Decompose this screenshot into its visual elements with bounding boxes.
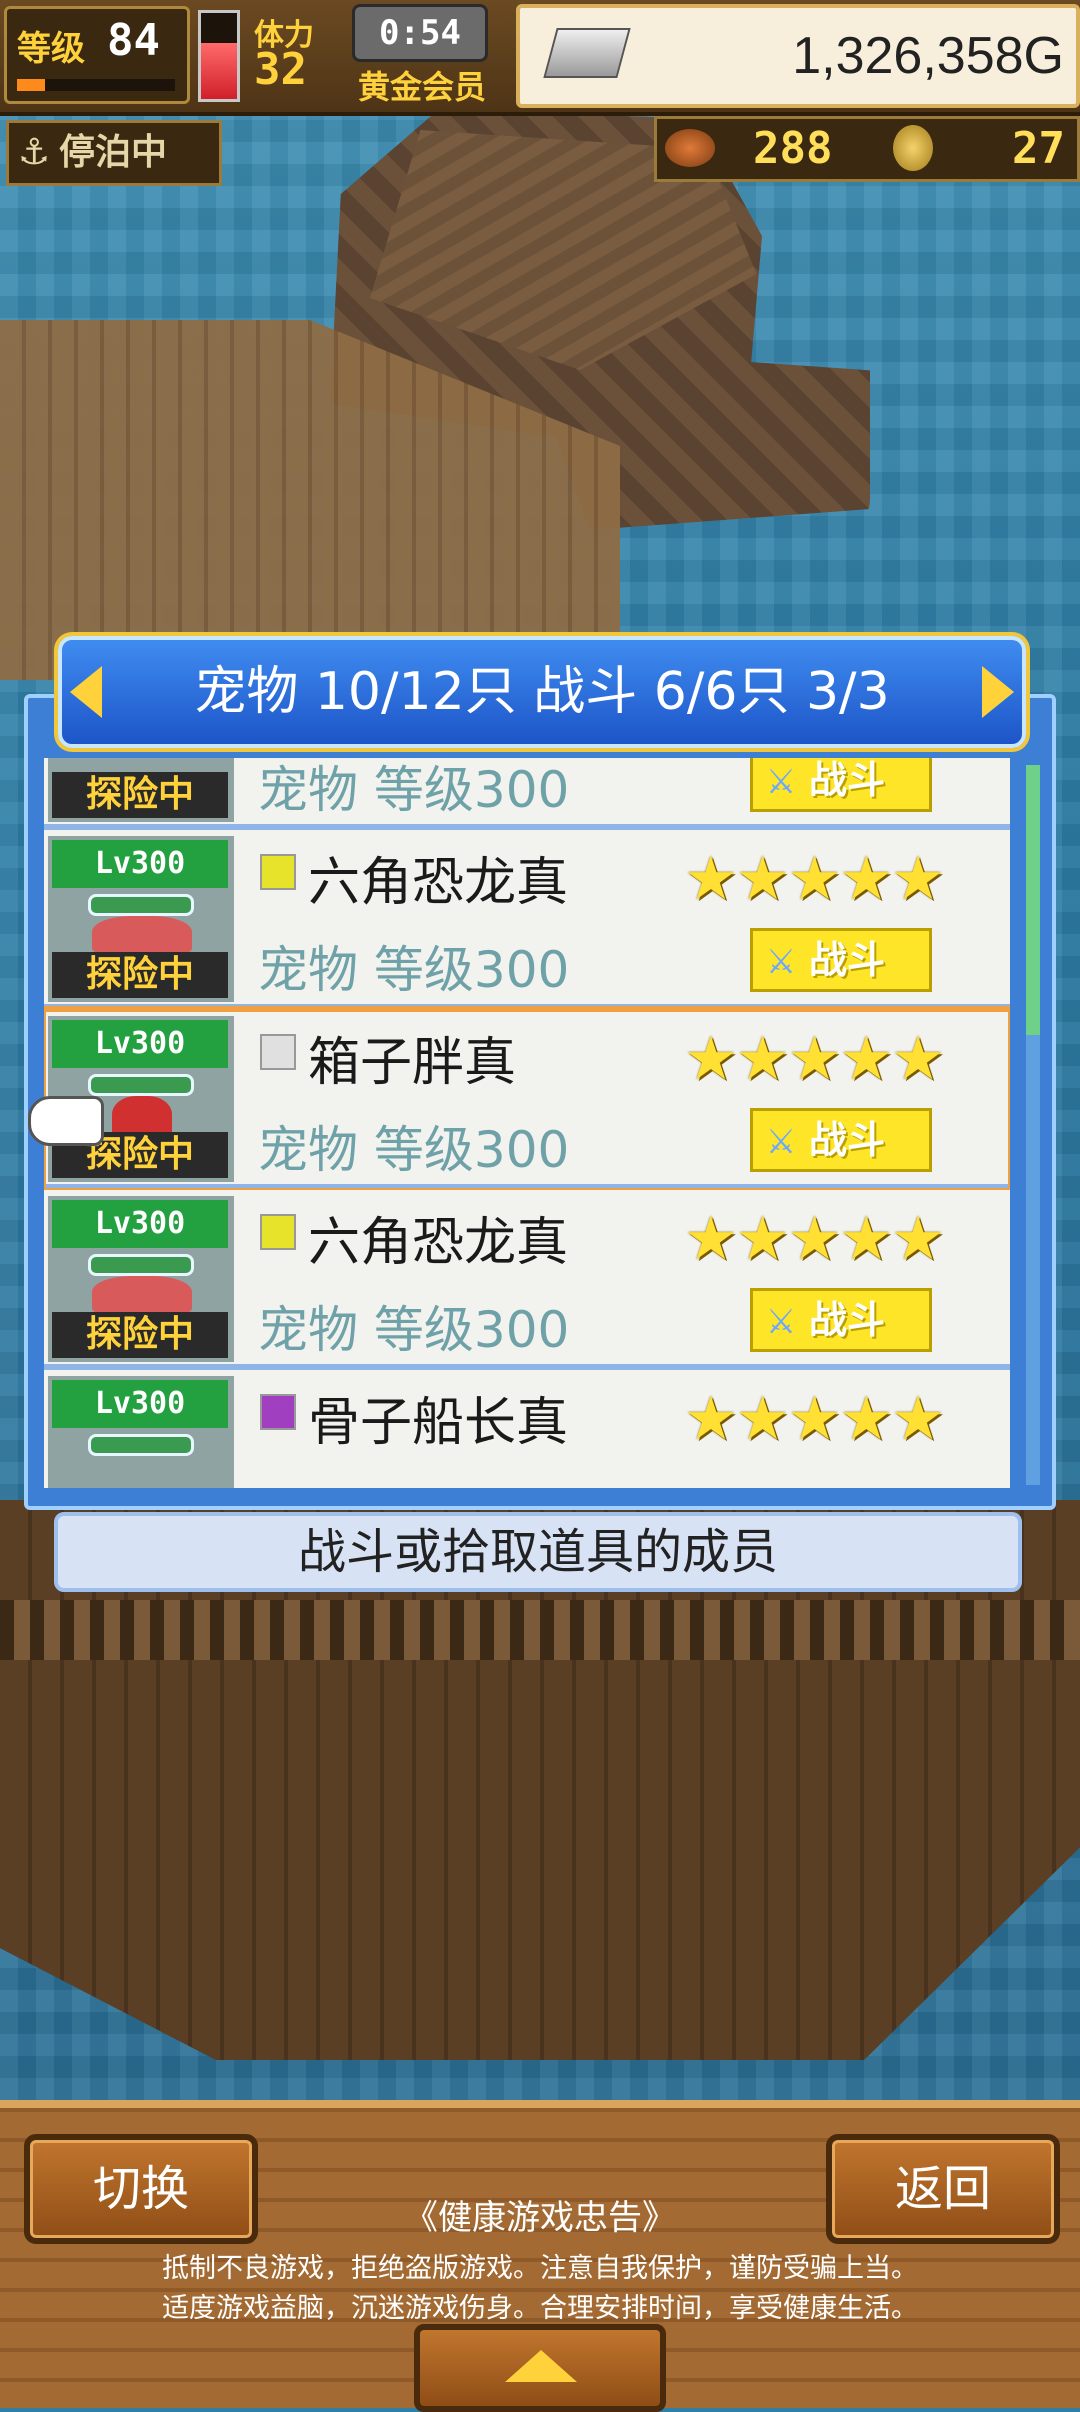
health-advisory-line-1: 抵制不良游戏，拒绝盗版游戏。注意自我保护，谨防受骗上当。 xyxy=(162,2253,918,2284)
sword-icon: ⚔ xyxy=(765,1122,797,1162)
pet-level-tag: Lv300 xyxy=(52,840,228,888)
pet-sprite xyxy=(92,1276,192,1316)
pet-level-tag: Lv300 xyxy=(52,1380,228,1428)
ship-status: ⚓ 停泊中 xyxy=(6,120,222,186)
gold-amount: 1,326,358G xyxy=(792,27,1064,85)
rarity-icon xyxy=(260,1394,296,1430)
exploring-badge: 探险中 xyxy=(52,772,228,818)
stamina-value: 32 xyxy=(254,44,307,95)
stamina-gauge xyxy=(198,10,240,102)
ship-status-label: 停泊中 xyxy=(59,132,168,173)
rarity-icon xyxy=(260,1214,296,1250)
ship-rail xyxy=(0,1600,1080,1660)
pet-row[interactable]: Lv300 探险中 六角恐龙真 ★★★★★ 宠物 等级300 ⚔ 战斗 xyxy=(44,830,1010,1010)
pet-name: 箱子胖真 xyxy=(308,1033,517,1093)
pet-rating-stars: ★★★★★ xyxy=(684,1024,945,1094)
pet-rating-stars: ★★★★★ xyxy=(684,1204,945,1274)
pet-portrait: Lv300 探险中 xyxy=(48,1196,234,1362)
xp-bar-fill xyxy=(17,79,46,91)
food-count: 288 xyxy=(753,123,833,174)
pet-hp-bar xyxy=(88,1254,194,1276)
sword-icon: ⚔ xyxy=(765,762,797,802)
bottom-bar: 切换 返回 《健康游戏忠告》 抵制不良游戏，拒绝盗版游戏。注意自我保护，谨防受骗… xyxy=(0,2100,1080,2412)
fight-badge[interactable]: ⚔ 战斗 xyxy=(750,928,932,992)
pet-hp-bar xyxy=(88,1434,194,1456)
fight-badge[interactable]: ⚔ 战斗 xyxy=(750,758,932,812)
fight-badge-label: 战斗 xyxy=(809,758,886,802)
pet-level-tag: Lv300 xyxy=(52,1020,228,1068)
pet-hp-bar xyxy=(88,1074,194,1096)
pet-portrait: Lv300 xyxy=(48,1376,234,1488)
panel-caption: 战斗或拾取道具的成员 xyxy=(54,1512,1022,1592)
health-advisory-line-2: 适度游戏益脑，沉迷游戏伤身。合理安排时间，享受健康生活。 xyxy=(162,2293,918,2324)
next-page-arrow-icon[interactable] xyxy=(982,666,1014,718)
pet-hp-bar xyxy=(88,894,194,916)
pet-level-text: 宠物 等级300 xyxy=(258,1301,570,1359)
pointing-hand-icon xyxy=(28,1096,104,1146)
fight-badge-label: 战斗 xyxy=(809,938,886,982)
up-arrow-icon xyxy=(505,2350,577,2382)
top-hud: 等级 84 体力 32 0:54 黄金会员 1,326,358G xyxy=(0,0,1080,116)
fight-badge[interactable]: ⚔ 战斗 xyxy=(750,1288,932,1352)
pet-list-title: 宠物 10/12只 战斗 6/6只 3/3 xyxy=(194,662,890,722)
medal-count: 27 xyxy=(1012,123,1065,174)
pet-level-text: 宠物 等级300 xyxy=(258,761,570,819)
pet-name: 六角恐龙真 xyxy=(308,1213,569,1273)
pet-row-selected[interactable]: Lv300 探险中 箱子胖真 ★★★★★ 宠物 等级300 ⚔ 战斗 xyxy=(44,1006,1010,1194)
rarity-icon xyxy=(260,854,296,890)
pet-row[interactable]: Lv300 骨子船长真 ★★★★★ xyxy=(44,1370,1010,1488)
pet-name: 骨子船长真 xyxy=(308,1393,569,1453)
stamina-gauge-fill xyxy=(201,43,237,99)
sword-icon: ⚔ xyxy=(765,942,797,982)
exploring-badge: 探险中 xyxy=(52,1312,228,1358)
fight-badge[interactable]: ⚔ 战斗 xyxy=(750,1108,932,1172)
pet-portrait: Lv300 探险中 xyxy=(48,836,234,1002)
fight-badge-label: 战斗 xyxy=(809,1118,886,1162)
pet-level-text: 宠物 等级300 xyxy=(258,941,570,999)
anchor-icon: ⚓ xyxy=(17,132,51,173)
silver-bar-icon xyxy=(543,28,631,78)
food-icon xyxy=(665,129,715,167)
resources-box: 288 27 xyxy=(654,116,1080,182)
sword-icon: ⚔ xyxy=(765,1302,797,1342)
pet-portrait: 探险中 xyxy=(48,758,234,822)
level-label: 等级 xyxy=(17,29,85,69)
fight-badge-label: 战斗 xyxy=(809,1298,886,1342)
rarity-icon xyxy=(260,1034,296,1070)
pet-rating-stars: ★★★★★ xyxy=(684,1384,945,1454)
xp-bar xyxy=(17,79,175,91)
membership-badge[interactable]: 黄金会员 xyxy=(358,62,486,108)
level-box: 等级 84 xyxy=(4,6,190,104)
exploring-badge: 探险中 xyxy=(52,952,228,998)
health-advisory-title: 《健康游戏忠告》 xyxy=(404,2198,676,2238)
pet-name: 六角恐龙真 xyxy=(308,853,569,913)
pet-sprite xyxy=(92,916,192,956)
gold-box: 1,326,358G xyxy=(516,4,1080,108)
medal-icon xyxy=(893,125,933,171)
pet-list: 探险中 宠物 等级300 ⚔ 战斗 Lv300 探险中 六角恐龙真 ★★★★★ 宠… xyxy=(44,758,1010,1488)
pet-row[interactable]: 探险中 宠物 等级300 ⚔ 战斗 xyxy=(44,758,1010,830)
pet-list-header: 宠物 10/12只 战斗 6/6只 3/3 xyxy=(58,636,1026,748)
list-scrollbar[interactable] xyxy=(1026,765,1040,1485)
pet-rating-stars: ★★★★★ xyxy=(684,844,945,914)
timer: 0:54 xyxy=(352,4,488,62)
scroll-thumb[interactable] xyxy=(1026,765,1040,1035)
expand-menu-button[interactable] xyxy=(414,2324,666,2412)
pet-level-text: 宠物 等级300 xyxy=(258,1121,570,1179)
pet-level-tag: Lv300 xyxy=(52,1200,228,1248)
level-value: 84 xyxy=(107,15,160,66)
pet-row[interactable]: Lv300 探险中 六角恐龙真 ★★★★★ 宠物 等级300 ⚔ 战斗 xyxy=(44,1190,1010,1370)
